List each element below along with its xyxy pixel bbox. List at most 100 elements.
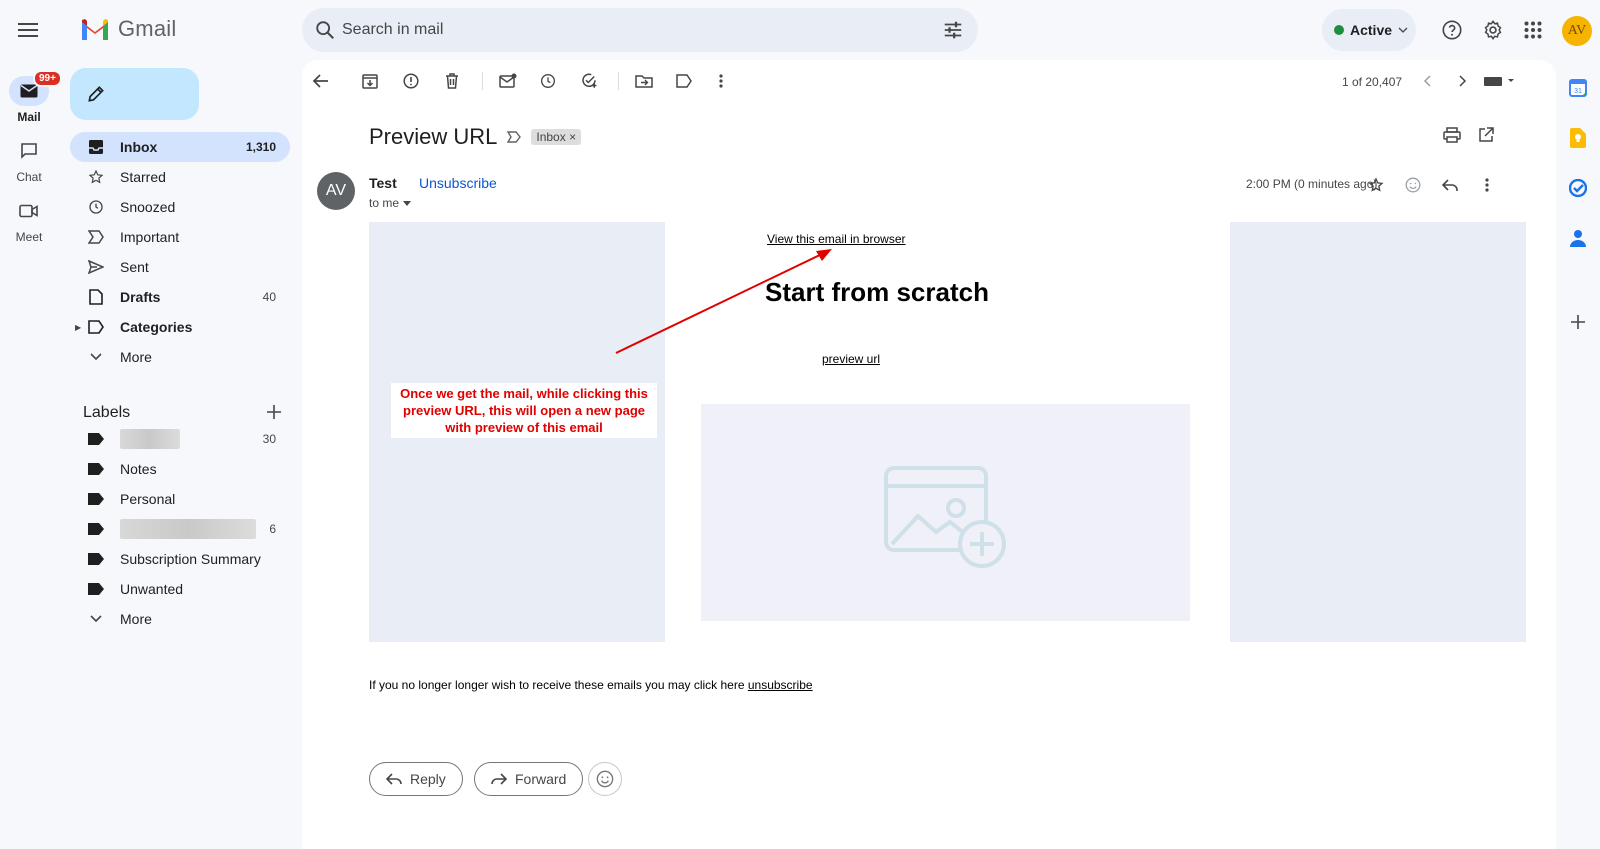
important-marker-icon[interactable] bbox=[507, 131, 522, 143]
label-count: 6 bbox=[269, 522, 276, 536]
delete-trash-icon[interactable] bbox=[441, 70, 463, 92]
search-icon[interactable] bbox=[314, 19, 336, 41]
label-item-notes[interactable]: Notes bbox=[70, 454, 290, 484]
inbox-icon bbox=[86, 137, 106, 157]
status-label: Active bbox=[1350, 22, 1393, 38]
label-item-personal[interactable]: Personal bbox=[70, 484, 290, 514]
archive-icon[interactable] bbox=[359, 70, 381, 92]
toolbar-divider bbox=[618, 72, 619, 90]
sender-name[interactable]: Test bbox=[369, 175, 397, 191]
more-vertical-icon[interactable] bbox=[710, 70, 732, 92]
annotation-callout: Once we get the mail, while clicking thi… bbox=[391, 383, 657, 438]
nav-item-drafts[interactable]: Drafts 40 bbox=[70, 282, 290, 312]
clock-icon bbox=[86, 197, 106, 217]
labels-icon[interactable] bbox=[673, 70, 695, 92]
gmail-logo[interactable]: Gmail bbox=[80, 16, 176, 42]
input-tools-keyboard-icon[interactable] bbox=[1482, 70, 1518, 92]
rail-chat[interactable]: Chat bbox=[0, 136, 58, 184]
contacts-icon[interactable] bbox=[1566, 226, 1590, 250]
account-avatar[interactable]: AV bbox=[1562, 16, 1592, 46]
side-panel: 31 bbox=[1556, 60, 1600, 849]
chevron-down-icon bbox=[1398, 27, 1408, 33]
reply-button[interactable]: Reply bbox=[369, 762, 463, 796]
label-tag-icon bbox=[86, 519, 106, 539]
label-tag-icon bbox=[86, 459, 106, 479]
forward-button[interactable]: Forward bbox=[474, 762, 584, 796]
label-item-unwanted[interactable]: Unwanted bbox=[70, 574, 290, 604]
print-icon[interactable] bbox=[1441, 124, 1463, 146]
label-name: Notes bbox=[120, 461, 157, 477]
add-reaction-icon[interactable] bbox=[1402, 174, 1424, 196]
add-addon-icon[interactable] bbox=[1566, 310, 1590, 334]
footer-text: If you no longer longer wish to receive … bbox=[369, 678, 745, 692]
search-options-icon[interactable] bbox=[942, 19, 964, 41]
label-item-redacted-1[interactable]: 30 bbox=[70, 424, 290, 454]
image-placeholder bbox=[701, 404, 1190, 621]
tasks-icon[interactable] bbox=[1566, 176, 1590, 200]
pencil-icon bbox=[88, 86, 104, 102]
chevron-left-icon[interactable] bbox=[1416, 70, 1438, 92]
rail-meet-label: Meet bbox=[15, 230, 43, 244]
calendar-icon[interactable]: 31 bbox=[1566, 76, 1590, 100]
label-item-more[interactable]: More bbox=[70, 604, 290, 634]
message-subject-row: Preview URL Inbox × bbox=[369, 124, 582, 150]
apps-grid-icon[interactable] bbox=[1521, 18, 1545, 42]
more-vertical-icon[interactable] bbox=[1476, 174, 1498, 196]
unsubscribe-link[interactable]: Unsubscribe bbox=[419, 175, 497, 191]
chevron-down-icon bbox=[86, 609, 106, 629]
nav-item-more[interactable]: More bbox=[70, 342, 290, 372]
help-icon[interactable] bbox=[1440, 18, 1464, 42]
view-in-browser-link[interactable]: View this email in browser bbox=[767, 232, 906, 246]
label-item-subscription-summary[interactable]: Subscription Summary bbox=[70, 544, 290, 574]
back-arrow-icon[interactable] bbox=[310, 70, 332, 92]
nav-item-starred[interactable]: Starred bbox=[70, 162, 290, 192]
nav-item-important[interactable]: Important bbox=[70, 222, 290, 252]
label-name: Unwanted bbox=[120, 581, 184, 597]
report-spam-icon[interactable] bbox=[400, 70, 422, 92]
inbox-label-chip[interactable]: Inbox × bbox=[531, 129, 582, 145]
reply-arrow-icon[interactable] bbox=[1439, 174, 1461, 196]
label-tag-icon bbox=[86, 549, 106, 569]
label-name: Subscription Summary bbox=[120, 551, 261, 567]
snooze-clock-icon[interactable] bbox=[537, 70, 559, 92]
search-input[interactable] bbox=[342, 8, 902, 52]
reply-arrow-icon bbox=[386, 773, 402, 785]
rail-meet[interactable]: Meet bbox=[0, 196, 58, 244]
settings-gear-icon[interactable] bbox=[1481, 18, 1505, 42]
nav-item-label: Inbox bbox=[120, 139, 158, 155]
email-footer: If you no longer longer wish to receive … bbox=[369, 678, 813, 692]
mark-unread-icon[interactable] bbox=[497, 70, 519, 92]
sender-avatar[interactable]: AV bbox=[317, 172, 355, 210]
keep-notes-icon[interactable] bbox=[1566, 126, 1590, 150]
move-to-folder-icon[interactable] bbox=[633, 70, 655, 92]
nav-item-snoozed[interactable]: Snoozed bbox=[70, 192, 290, 222]
add-label-icon[interactable] bbox=[262, 400, 286, 424]
top-bar: Gmail Active AV bbox=[0, 0, 1600, 60]
nav-item-inbox[interactable]: Inbox 1,310 bbox=[70, 132, 290, 162]
expand-arrow-icon[interactable]: ▶ bbox=[75, 323, 81, 332]
compose-button[interactable] bbox=[70, 68, 199, 120]
recipient-label: to me bbox=[369, 196, 400, 210]
recipient-details[interactable]: to me bbox=[369, 196, 412, 210]
nav-item-categories[interactable]: ▶ Categories bbox=[70, 312, 290, 342]
emoji-reaction-button[interactable] bbox=[588, 762, 622, 796]
footer-unsubscribe-link[interactable]: unsubscribe bbox=[748, 678, 813, 692]
search-bar[interactable] bbox=[302, 8, 978, 52]
email-right-column bbox=[1230, 222, 1526, 642]
star-icon[interactable] bbox=[1365, 174, 1387, 196]
nav-item-sent[interactable]: Sent bbox=[70, 252, 290, 282]
label-item-redacted-2[interactable]: 6 bbox=[70, 514, 290, 544]
nav-item-label: Snoozed bbox=[120, 199, 176, 215]
nav-item-label: Starred bbox=[120, 169, 166, 185]
label-name: Personal bbox=[120, 491, 176, 507]
nav-item-label: More bbox=[120, 349, 152, 365]
rail-mail[interactable]: 99+ Mail bbox=[0, 70, 62, 124]
chevron-right-icon[interactable] bbox=[1452, 70, 1474, 92]
add-to-tasks-icon[interactable] bbox=[578, 70, 600, 92]
open-new-window-icon[interactable] bbox=[1475, 124, 1497, 146]
send-icon bbox=[86, 257, 106, 277]
main-menu-icon[interactable] bbox=[12, 14, 44, 46]
nav-item-count: 40 bbox=[262, 290, 276, 304]
status-selector[interactable]: Active bbox=[1322, 9, 1416, 51]
nav-item-label: Sent bbox=[120, 259, 149, 275]
